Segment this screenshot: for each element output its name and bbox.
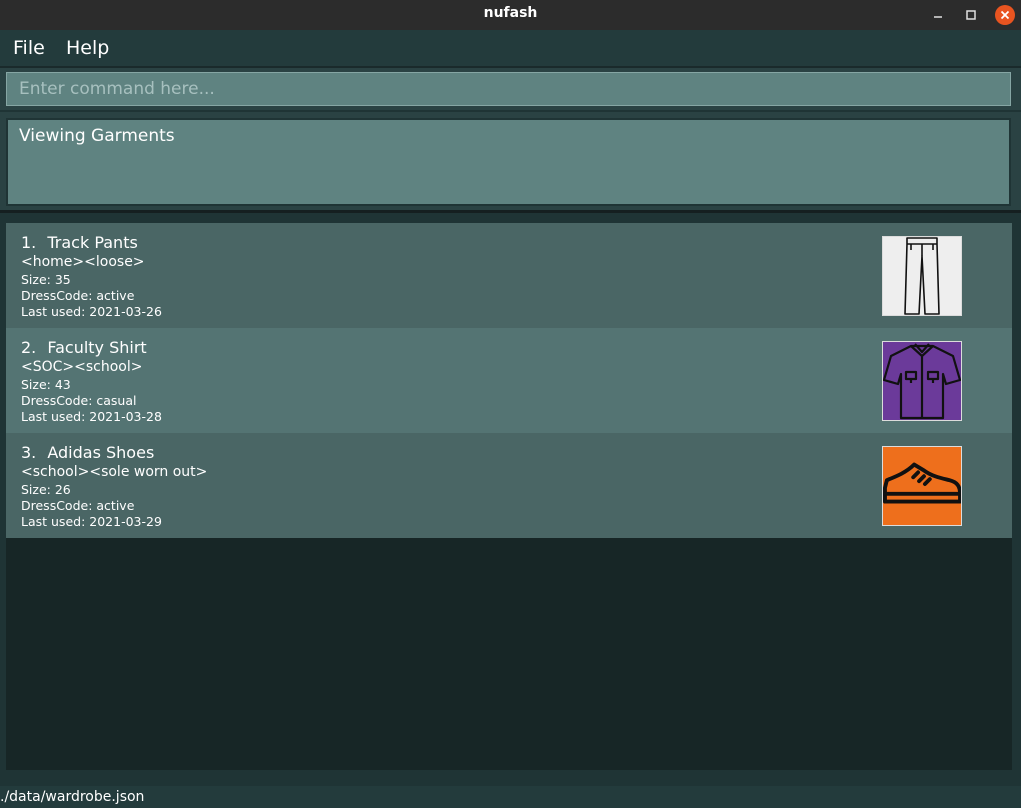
status-file-path: ./data/wardrobe.json xyxy=(0,789,145,805)
garment-name: Track Pants xyxy=(47,233,138,252)
garment-card[interactable]: 2. Faculty Shirt <SOC><school> Size: 43 … xyxy=(6,328,1012,433)
garment-card[interactable]: 1. Track Pants <home><loose> Size: 35 Dr… xyxy=(6,223,1012,328)
garment-dresscode: DressCode: casual xyxy=(21,393,137,408)
garment-size: Size: 35 xyxy=(21,272,71,287)
result-text: Viewing Garments xyxy=(19,126,175,146)
garment-tags: <school><sole worn out> xyxy=(21,464,208,480)
garment-dresscode: DressCode: active xyxy=(21,288,135,303)
garment-last-used: Last used: 2021-03-29 xyxy=(21,514,162,529)
result-display-panel: Viewing Garments xyxy=(0,112,1021,210)
garment-index: 3. xyxy=(21,443,37,462)
garment-last-used: Last used: 2021-03-28 xyxy=(21,409,162,424)
garment-title: 1. Track Pants xyxy=(21,233,138,252)
garment-name: Adidas Shoes xyxy=(47,443,155,462)
garment-title: 2. Faculty Shirt xyxy=(21,338,147,357)
garment-card[interactable]: 3. Adidas Shoes <school><sole worn out> … xyxy=(6,433,1012,538)
maximize-icon[interactable] xyxy=(961,5,981,25)
command-input[interactable] xyxy=(6,72,1011,106)
divider xyxy=(0,210,1021,213)
garment-last-used: Last used: 2021-03-26 xyxy=(21,304,162,319)
minimize-icon[interactable] xyxy=(928,5,948,25)
garment-title: 3. Adidas Shoes xyxy=(21,443,154,462)
pants-icon xyxy=(882,236,962,316)
title-bar: nufash xyxy=(0,0,1021,30)
garment-size: Size: 26 xyxy=(21,482,71,497)
close-icon[interactable] xyxy=(995,5,1015,25)
garment-index: 2. xyxy=(21,338,37,357)
garment-index: 1. xyxy=(21,233,37,252)
shirt-icon xyxy=(882,341,962,421)
garment-tags: <home><loose> xyxy=(21,254,145,270)
menu-help[interactable]: Help xyxy=(66,37,109,59)
shoe-icon xyxy=(882,446,962,526)
window-title: nufash xyxy=(483,5,538,21)
garment-dresscode: DressCode: active xyxy=(21,498,135,513)
garment-size: Size: 43 xyxy=(21,377,71,392)
command-box xyxy=(0,68,1021,110)
menu-file[interactable]: File xyxy=(13,37,45,59)
garment-name: Faculty Shirt xyxy=(47,338,147,357)
garment-list[interactable]: 1. Track Pants <home><loose> Size: 35 Dr… xyxy=(6,223,1012,770)
status-bar: ./data/wardrobe.json xyxy=(0,786,1021,808)
menu-bar: File Help xyxy=(0,30,1021,68)
result-display: Viewing Garments xyxy=(6,118,1011,206)
garment-tags: <SOC><school> xyxy=(21,359,143,375)
